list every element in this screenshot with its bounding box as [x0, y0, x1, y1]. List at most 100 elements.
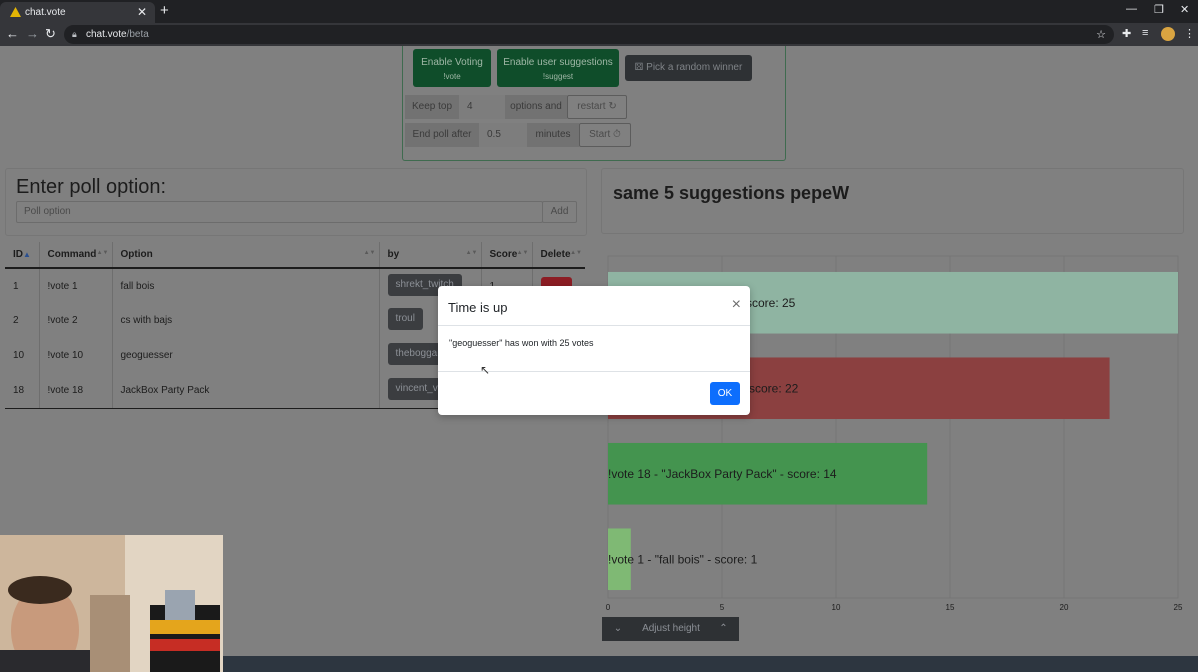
bookmark-star-icon[interactable]: ☆	[1096, 28, 1106, 41]
enable-voting-label: Enable Voting	[421, 57, 483, 68]
reload-icon[interactable]: ↻	[45, 26, 56, 42]
x-tick-label: 0	[606, 603, 611, 612]
dialog-close-icon[interactable]: ×	[732, 296, 741, 314]
column-header-score[interactable]: Score ▲▼	[481, 242, 533, 269]
enable-voting-button[interactable]: Enable Voting !vote	[413, 49, 491, 87]
media-control-icon[interactable]: ≡	[1142, 27, 1148, 39]
sort-icon: ▲▼	[516, 250, 529, 256]
browser-menu-icon[interactable]: ⋮	[1184, 27, 1195, 40]
restart-label: restart	[577, 101, 606, 112]
start-label: Start	[589, 129, 611, 140]
enable-suggestions-button[interactable]: Enable user suggestions !suggest	[497, 49, 619, 87]
column-header-id-label: ID	[13, 249, 23, 260]
bottom-strip	[223, 656, 1198, 672]
increase-height-button[interactable]: ⌃	[708, 617, 739, 641]
dialog-message: "geoguesser" has won with 25 votes	[449, 338, 594, 348]
add-button[interactable]: Add	[542, 201, 577, 223]
cell-command: !vote 18	[39, 373, 113, 409]
cell-option: geoguesser	[112, 338, 380, 373]
cell-id: 10	[5, 338, 40, 373]
column-header-score-label: Score	[489, 249, 518, 260]
poll-entry-heading: Enter poll option:	[16, 176, 167, 198]
keep-top-input[interactable]: 4	[459, 95, 505, 119]
column-header-by-label: by	[387, 249, 400, 260]
sort-icon: ▲▼	[570, 250, 582, 256]
column-header-command[interactable]: Command ▲▼	[39, 242, 113, 269]
column-header-by[interactable]: by ▲▼	[379, 242, 482, 269]
window-close-button[interactable]: ✕	[1180, 3, 1189, 16]
restart-button[interactable]: restart ↻	[567, 95, 627, 119]
lock-icon: 🔒︎	[72, 29, 77, 39]
dice-icon: ⚄	[634, 62, 644, 73]
column-header-id[interactable]: ID▲	[5, 242, 40, 269]
cell-id: 2	[5, 303, 40, 338]
url-host: chat.vote	[86, 29, 127, 40]
cell-id: 18	[5, 373, 40, 409]
pick-random-label: Pick a random winner	[646, 62, 743, 73]
restore-button[interactable]: ❐	[1154, 3, 1164, 16]
bar-label: score: 22	[749, 381, 799, 395]
keep-top-label: Keep top	[405, 95, 459, 119]
mouse-cursor-icon: ↖	[480, 363, 491, 377]
minutes-label: minutes	[527, 123, 579, 147]
user-badge[interactable]: troul	[387, 308, 423, 330]
adjust-height-label: Adjust height	[634, 617, 708, 641]
column-header-delete-label: Delete	[540, 249, 571, 260]
enable-suggestions-command: !suggest	[542, 72, 574, 81]
timer-icon: ⏱	[613, 129, 621, 140]
webcam-overlay	[0, 535, 223, 672]
sort-asc-icon: ▲	[23, 250, 31, 259]
forward-icon[interactable]: →	[26, 26, 39, 41]
tab-close-icon[interactable]: ✕	[137, 5, 147, 19]
end-poll-input[interactable]: 0.5	[479, 123, 527, 147]
enable-suggestions-label: Enable user suggestions	[503, 57, 613, 68]
restart-icon: ↻	[608, 101, 617, 112]
new-tab-button[interactable]: +	[160, 2, 169, 19]
cell-option: JackBox Party Pack	[112, 373, 380, 409]
cell-id: 1	[5, 268, 40, 303]
x-tick-label: 5	[720, 603, 725, 612]
decrease-height-button[interactable]: ⌄	[602, 617, 634, 641]
dialog-title: Time is up	[448, 300, 508, 315]
x-tick-label: 10	[832, 603, 841, 612]
pick-random-winner-button[interactable]: ⚄ Pick a random winner	[625, 55, 752, 81]
minimize-button[interactable]: —	[1126, 3, 1137, 15]
keep-top-group: Keep top 4 options and restart ↻	[405, 95, 628, 119]
end-poll-group: End poll after 0.5 minutes Start ⏱	[405, 123, 631, 147]
address-bar[interactable]: 🔒︎ chat.vote/beta ☆	[64, 25, 1114, 44]
chevron-up-icon: ⌃	[719, 623, 728, 634]
chevron-down-icon: ⌄	[613, 623, 623, 634]
browser-toolbar: ← → ↻ 🔒︎ chat.vote/beta ☆ ✚ ≡ ⋮	[0, 23, 1198, 46]
column-header-delete[interactable]: Delete ▲▼	[532, 242, 585, 269]
tab-strip: chat.vote ✕ + — ❐ ✕	[0, 0, 1198, 23]
column-header-option[interactable]: Option ▲▼	[112, 242, 380, 269]
cell-option: fall bois	[112, 268, 380, 303]
column-header-option-label: Option	[120, 249, 153, 260]
browser-tab[interactable]: chat.vote ✕	[0, 2, 155, 23]
table-header-row: ID▲ Command ▲▼ Option ▲▼ by ▲▼ Score ▲▼ Dele…	[5, 242, 585, 269]
sort-icon: ▲▼	[363, 250, 376, 256]
poll-option-input[interactable]: Poll option	[16, 201, 543, 223]
profile-avatar[interactable]	[1161, 27, 1175, 41]
enable-voting-command: !vote	[443, 72, 461, 81]
ok-button[interactable]: OK	[710, 382, 740, 405]
chat-vote-favicon-icon	[10, 7, 21, 17]
cell-option: cs with bajs	[112, 303, 380, 338]
extensions-icon[interactable]: ✚	[1122, 27, 1131, 40]
bar-label: !vote 1 - "fall bois" - score: 1	[608, 552, 758, 566]
options-and-label: options and	[505, 95, 567, 119]
start-button[interactable]: Start ⏱	[579, 123, 631, 147]
back-icon[interactable]: ←	[6, 26, 19, 41]
cell-command: !vote 1	[39, 268, 113, 303]
cell-command: !vote 10	[39, 338, 113, 373]
url-text: chat.vote/beta	[86, 29, 149, 40]
poll-entry-card: Enter poll option: Poll option Add	[5, 168, 587, 236]
webcam-image	[0, 535, 223, 672]
tab-title: chat.vote	[25, 7, 66, 18]
sort-icon: ▲▼	[465, 250, 478, 256]
x-tick-label: 25	[1174, 603, 1183, 612]
bar-label: !vote 18 - "JackBox Party Pack" - score:…	[608, 467, 837, 481]
sort-icon: ▲▼	[96, 250, 109, 256]
cell-command: !vote 2	[39, 303, 113, 338]
poll-title-card: same 5 suggestions pepeW	[601, 168, 1184, 234]
